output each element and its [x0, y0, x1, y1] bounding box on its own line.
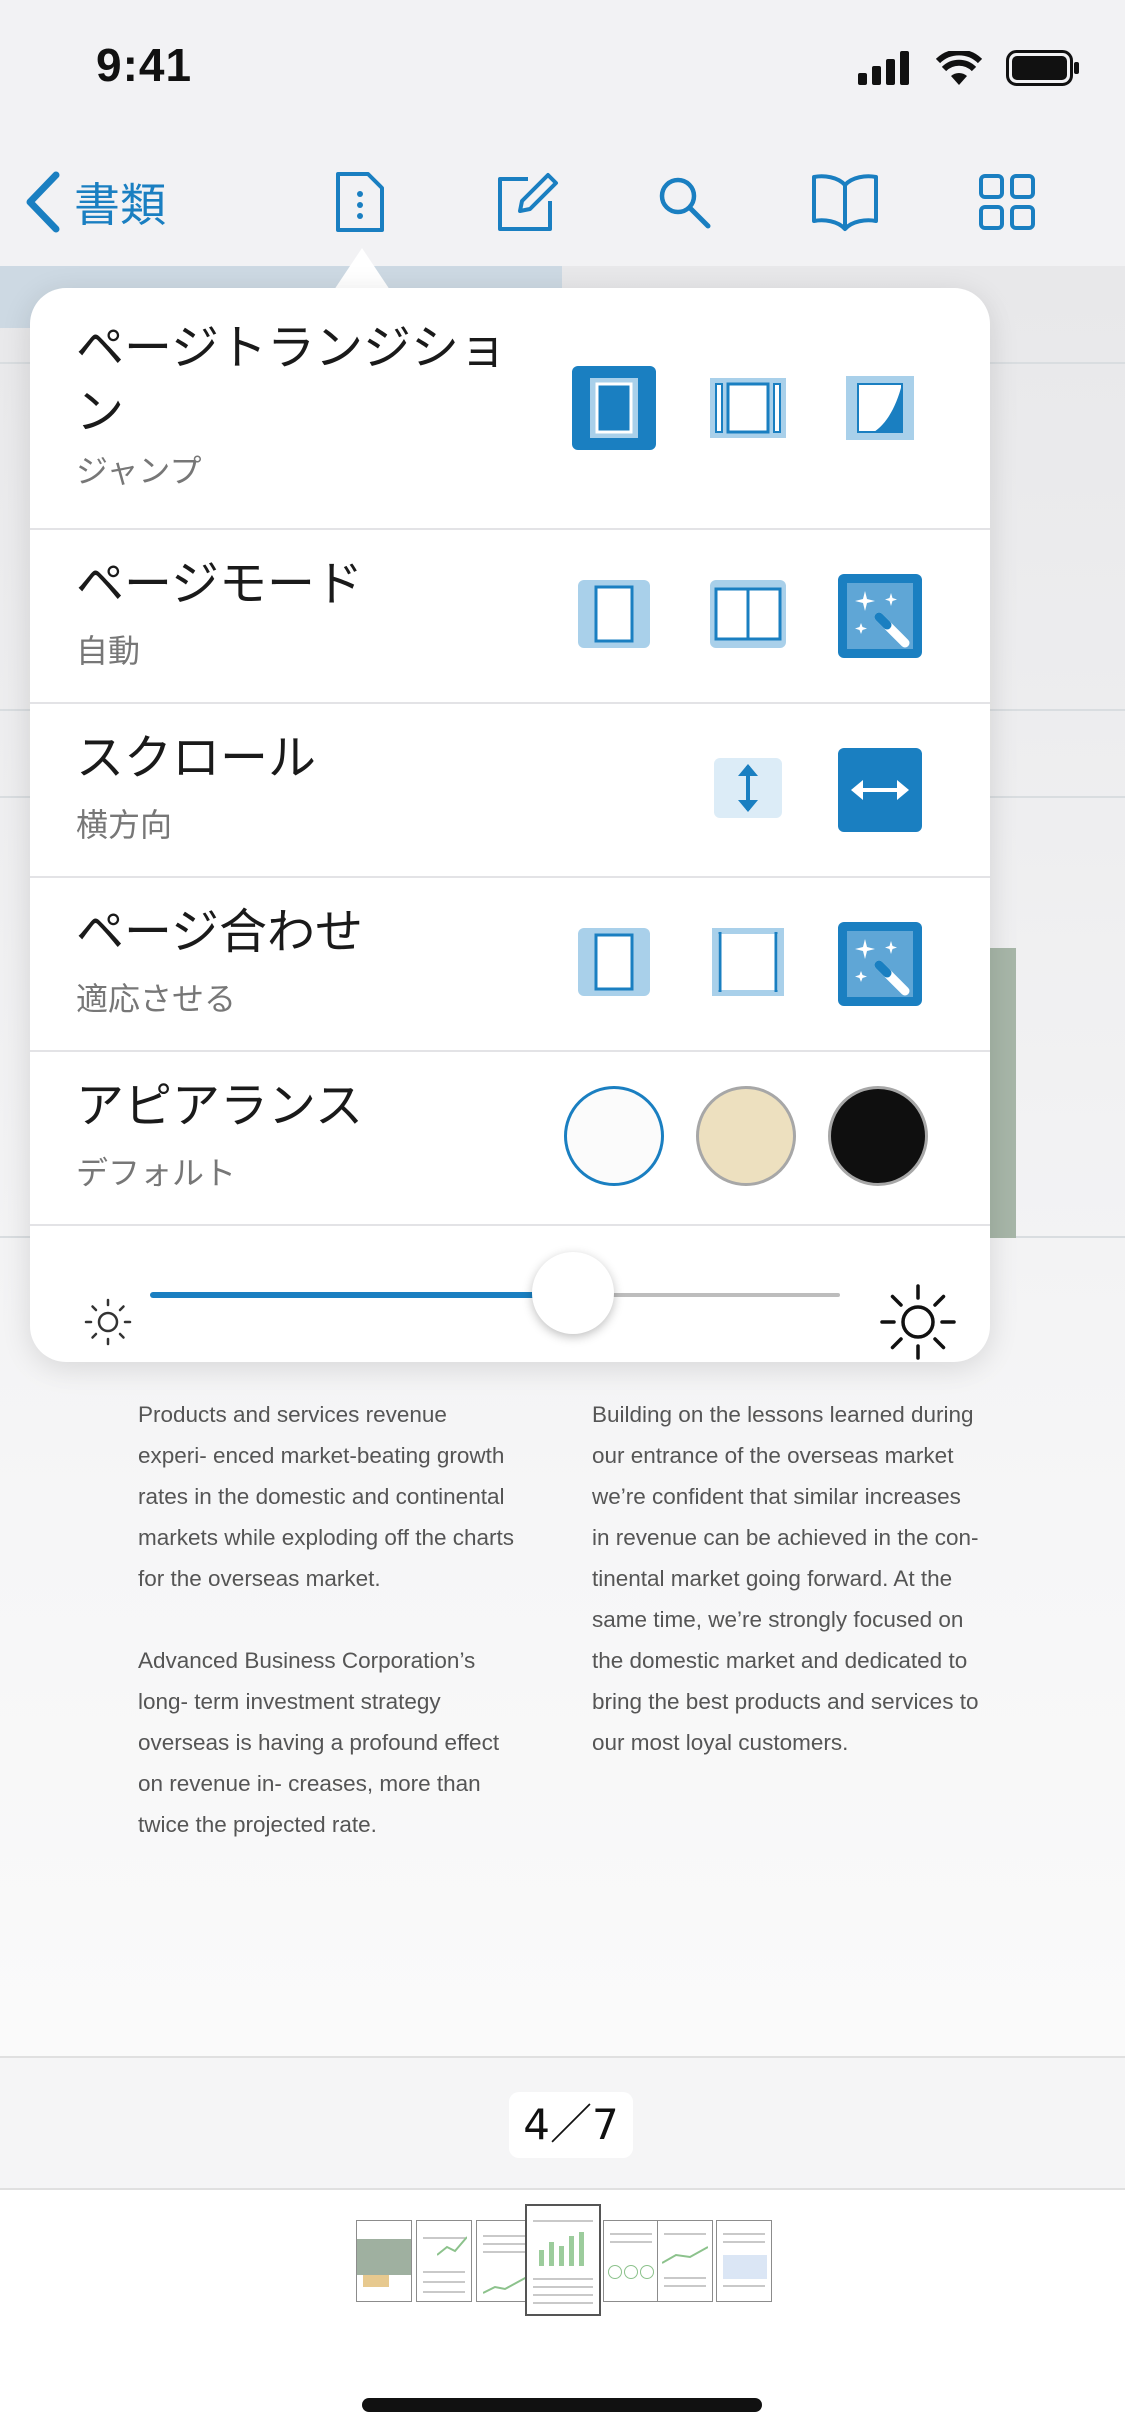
paragraph: Products and services revenue experi- en…	[138, 1402, 515, 1591]
vertical-arrows-icon	[738, 764, 758, 812]
fit-width-icon	[712, 928, 784, 996]
paragraph: Advanced Business Corporation’s long- te…	[138, 1648, 500, 1837]
row-value: ジャンプ	[76, 452, 202, 490]
annotate-button[interactable]	[494, 162, 560, 242]
page-thumbnail[interactable]	[657, 2220, 713, 2302]
single-page-icon	[594, 585, 634, 643]
status-icons	[858, 50, 1080, 86]
row-value: 適応させる	[76, 980, 237, 1018]
scroll-vertical-option[interactable]	[714, 758, 782, 818]
page-thumbnail[interactable]	[476, 2220, 532, 2302]
single-page-icon	[590, 378, 638, 438]
wifi-icon	[936, 51, 982, 85]
horizontal-arrows-icon	[851, 780, 909, 800]
pencil-edit-icon	[498, 173, 558, 231]
appearance-sepia-option[interactable]	[696, 1086, 796, 1186]
thumbnails-button[interactable]	[978, 162, 1036, 242]
scroll-horizontal-option[interactable]	[838, 748, 922, 832]
search-icon	[659, 177, 711, 229]
toolbar: 書類	[0, 140, 1125, 268]
paragraph: Building on the lessons learned during o…	[592, 1402, 979, 1755]
grid-icon	[979, 174, 1035, 230]
view-settings-popover: ページトランジション ジャンプ ページモード 自動 スクロール 横方向 ページ合…	[30, 288, 990, 1362]
page-fit-row: ページ合わせ 適応させる	[30, 876, 990, 1052]
fit-auto-option[interactable]	[838, 922, 922, 1006]
fit-page-icon	[594, 933, 634, 991]
back-label: 書類	[74, 178, 166, 232]
document-column-left: Products and services revenue experi- en…	[138, 1394, 518, 1886]
page-mode-auto-option[interactable]	[838, 574, 922, 658]
magic-wand-icon	[847, 931, 913, 997]
document-column-right: Building on the lessons learned during o…	[592, 1394, 982, 1804]
page-curl-icon	[846, 376, 914, 440]
back-button[interactable]: 書類	[24, 162, 166, 242]
row-title: ページトランジション	[76, 320, 508, 440]
book-icon	[812, 174, 878, 231]
battery-icon	[1006, 50, 1079, 86]
brightness-low-icon	[84, 1298, 132, 1346]
cellular-signal-icon	[858, 51, 909, 85]
chevron-left-icon	[26, 171, 60, 233]
page-thumbnail[interactable]	[603, 2220, 659, 2302]
fit-width-option[interactable]	[712, 928, 784, 996]
appearance-row: アピアランス デフォルト	[30, 1050, 990, 1226]
row-title: ページモード	[76, 556, 364, 612]
transition-curl-option[interactable]	[842, 372, 918, 444]
document-settings-icon	[336, 172, 384, 232]
continuous-pages-icon	[710, 378, 786, 438]
page-counter[interactable]: 4／7	[509, 2092, 633, 2158]
transition-scroll-option[interactable]	[710, 372, 786, 444]
status-bar: 9:41	[0, 0, 1125, 140]
search-button[interactable]	[656, 162, 712, 242]
fit-page-option[interactable]	[578, 928, 650, 996]
scroll-row: スクロール 横方向	[30, 702, 990, 878]
status-time: 9:41	[96, 39, 193, 91]
two-page-icon	[714, 587, 782, 641]
page-settings-button[interactable]	[334, 162, 386, 242]
row-value: 横方向	[76, 806, 173, 844]
transition-jump-option[interactable]	[572, 366, 656, 450]
appearance-night-option[interactable]	[828, 1086, 928, 1186]
row-title: アピアランス	[76, 1078, 364, 1134]
row-title: スクロール	[76, 730, 317, 786]
page-thumbnail[interactable]	[716, 2220, 772, 2302]
outline-button[interactable]	[810, 162, 880, 242]
appearance-default-option[interactable]	[564, 1086, 664, 1186]
row-value: デフォルト	[76, 1154, 237, 1192]
page-mode-single-option[interactable]	[578, 580, 650, 648]
row-value: 自動	[76, 632, 141, 670]
magic-wand-icon	[847, 583, 913, 649]
home-indicator	[362, 2398, 762, 2412]
brightness-slider-fill[interactable]	[150, 1292, 550, 1298]
page-mode-double-option[interactable]	[710, 580, 786, 648]
document-chart-bar	[990, 948, 1016, 1238]
page-transition-row: ページトランジション ジャンプ	[30, 288, 990, 530]
page-thumbnail[interactable]	[356, 2220, 412, 2302]
brightness-slider-thumb[interactable]	[532, 1252, 614, 1334]
page-mode-row: ページモード 自動	[30, 528, 990, 704]
popover-arrow	[334, 248, 390, 290]
row-title: ページ合わせ	[76, 904, 364, 960]
brightness-high-icon	[880, 1284, 956, 1360]
page-thumbnail[interactable]	[416, 2220, 472, 2302]
page-thumbnail-current[interactable]	[525, 2204, 601, 2316]
